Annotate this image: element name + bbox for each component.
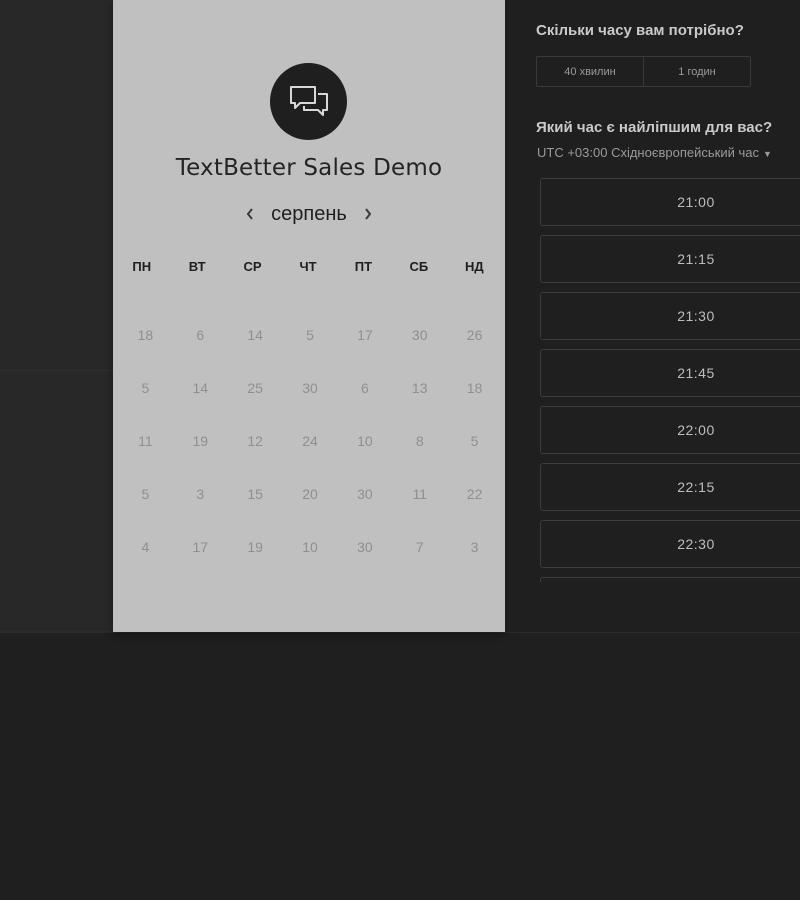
weekday-label: СБ bbox=[409, 259, 429, 274]
divider bbox=[0, 370, 113, 371]
calendar-day: 10 bbox=[357, 433, 373, 449]
calendar-day: 30 bbox=[302, 380, 318, 396]
timezone-selector[interactable]: UTC +03:00 Східноєвропейський час ▼ bbox=[537, 145, 800, 163]
duration-option[interactable]: 1 годин bbox=[643, 57, 750, 86]
weekday-label: ЧТ bbox=[299, 259, 317, 274]
month-label: серпень bbox=[271, 202, 347, 225]
time-slot-label: 22:15 bbox=[677, 479, 715, 495]
time-question: Який час є найліпшим для вас? bbox=[536, 119, 773, 136]
calendar-day: 30 bbox=[411, 327, 428, 343]
time-slot[interactable]: 22:15 bbox=[540, 463, 800, 511]
time-slot-label: 21:45 bbox=[677, 365, 715, 381]
weekday-label: ПТ bbox=[354, 259, 373, 274]
backdrop-left bbox=[0, 0, 113, 632]
time-slot[interactable]: 21:00 bbox=[540, 178, 800, 226]
calendar-day: 18 bbox=[466, 380, 483, 396]
weekday-header: ПН ВТ СР ЧТ ПТ СБ НД bbox=[113, 259, 505, 274]
calendar-day: 6 bbox=[196, 327, 205, 343]
timezone-label: UTC +03:00 Східноєвропейський час bbox=[537, 145, 759, 160]
calendar-day: 19 bbox=[192, 433, 209, 449]
duration-selector: 40 хвилин 1 годин bbox=[536, 56, 751, 87]
time-slot[interactable]: 21:30 bbox=[540, 292, 800, 340]
calendar-day: 25 bbox=[247, 380, 263, 396]
chevron-left-icon[interactable] bbox=[241, 203, 259, 225]
chat-bubbles-icon bbox=[270, 63, 347, 140]
day-grid: 18 6 14 5 17 30 26 5 14 25 30 6 13 18 11… bbox=[113, 323, 505, 588]
calendar-day: 10 bbox=[302, 539, 318, 555]
weekday-label: ПН bbox=[132, 259, 152, 274]
calendar-day: 4 bbox=[141, 539, 150, 555]
calendar-day: 12 bbox=[247, 433, 263, 449]
calendar-day: 3 bbox=[470, 539, 479, 555]
weekday-label: СР bbox=[243, 259, 262, 274]
weekday-label: НД bbox=[464, 259, 484, 274]
calendar-day: 22 bbox=[466, 486, 483, 502]
calendar-day: 17 bbox=[357, 327, 373, 343]
calendar-day: 19 bbox=[247, 539, 263, 555]
calendar-panel: TextBetter Sales Demo серпень ПН ВТ СР Ч… bbox=[113, 0, 505, 632]
calendar-day: 11 bbox=[412, 486, 427, 502]
weekday-label: ВТ bbox=[188, 259, 206, 274]
calendar-day: 5 bbox=[141, 486, 150, 502]
calendar-day: 24 bbox=[302, 433, 318, 449]
time-slot[interactable]: 22:00 bbox=[540, 406, 800, 454]
month-navigation: серпень bbox=[113, 201, 505, 227]
calendar-day: 6 bbox=[360, 380, 369, 396]
time-slot[interactable]: 21:15 bbox=[540, 235, 800, 283]
calendar-day: 30 bbox=[357, 486, 373, 502]
scheduler-panel: Скільки часу вам потрібно? 40 хвилин 1 г… bbox=[505, 0, 800, 632]
caret-down-icon: ▼ bbox=[762, 149, 772, 159]
calendar-day: 26 bbox=[466, 327, 483, 343]
duration-option[interactable]: 40 хвилин bbox=[537, 57, 643, 86]
time-slot-label: 22:30 bbox=[677, 536, 715, 552]
booking-page: TextBetter Sales Demo серпень ПН ВТ СР Ч… bbox=[0, 0, 800, 900]
event-title: TextBetter Sales Demo bbox=[175, 155, 443, 181]
calendar-day: 30 bbox=[357, 539, 373, 555]
time-slot-label: 21:30 bbox=[677, 308, 715, 324]
time-slot-list[interactable]: 21:00 21:15 21:30 21:45 22:00 22:15 22:3… bbox=[540, 178, 800, 582]
calendar-day: 5 bbox=[470, 433, 479, 449]
duration-question: Скільки часу вам потрібно? bbox=[536, 22, 744, 39]
time-slot-label: 22:00 bbox=[677, 422, 715, 438]
calendar-day: 8 bbox=[415, 433, 424, 449]
chevron-right-icon[interactable] bbox=[359, 203, 377, 225]
calendar-day: 20 bbox=[302, 486, 318, 502]
calendar-day: 5 bbox=[141, 380, 150, 396]
time-slot[interactable]: 21:45 bbox=[540, 349, 800, 397]
calendar-day: 18 bbox=[137, 327, 154, 343]
time-slot[interactable]: 22:30 bbox=[540, 520, 800, 568]
time-slot[interactable] bbox=[540, 577, 800, 582]
calendar-day: 13 bbox=[411, 380, 428, 396]
time-slot-label: 21:15 bbox=[677, 251, 715, 267]
calendar-day: 11 bbox=[138, 433, 153, 449]
calendar-day: 14 bbox=[247, 327, 263, 343]
time-slot-label: 21:00 bbox=[677, 194, 715, 210]
calendar-day: 17 bbox=[192, 539, 209, 555]
calendar-day: 5 bbox=[306, 327, 314, 343]
chat-bubbles-icon-graphic bbox=[289, 85, 328, 116]
calendar-day: 7 bbox=[415, 539, 424, 555]
calendar-day: 15 bbox=[247, 486, 263, 502]
calendar-day: 14 bbox=[192, 380, 209, 396]
calendar-day: 3 bbox=[196, 486, 205, 502]
